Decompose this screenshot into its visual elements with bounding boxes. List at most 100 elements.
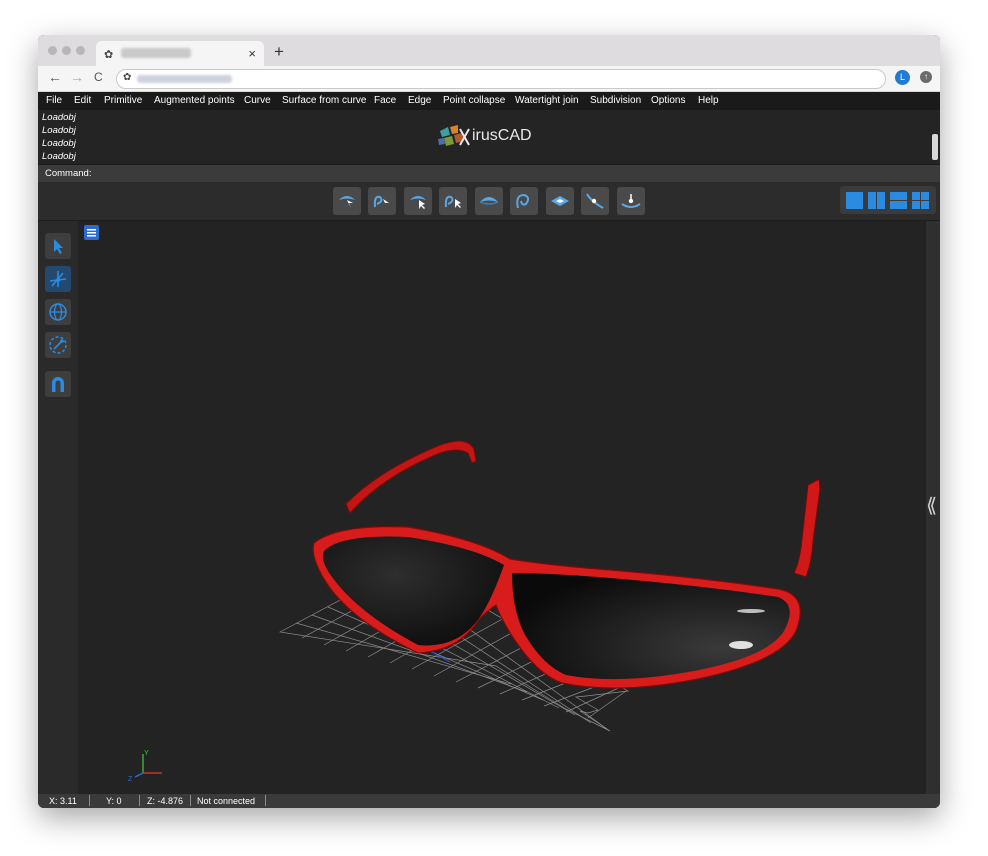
- transform-icon: [49, 271, 67, 287]
- curve-select-icon: [373, 195, 389, 208]
- orbit-tool-button[interactable]: [45, 332, 71, 358]
- point-curve-button[interactable]: [581, 187, 609, 215]
- globe-icon: [49, 303, 67, 321]
- menu-face[interactable]: Face: [374, 95, 396, 106]
- log-line: Loadobj: [42, 138, 76, 149]
- surface-select-icon: [339, 196, 355, 208]
- curve-loop-icon: [516, 193, 530, 209]
- reload-button[interactable]: C: [94, 70, 103, 84]
- surface-button[interactable]: [475, 187, 503, 215]
- frame-highlight: [737, 609, 765, 613]
- surface-pick-button[interactable]: [404, 187, 432, 215]
- status-bar: X: 3.11 Y: 0 Z: -4.876 Not connected: [38, 794, 940, 808]
- axis-z-label: Z: [128, 776, 133, 783]
- log-panel: Loadobj Loadobj Loadobj Loadobj irusCAD: [38, 110, 940, 164]
- command-bar[interactable]: Command:: [38, 164, 940, 183]
- status-separator: [265, 795, 266, 806]
- logo-mark-icon: [438, 125, 470, 146]
- plane-button[interactable]: [546, 187, 574, 215]
- menu-file[interactable]: File: [46, 95, 62, 106]
- menu-bar: File Edit Primitive Augmented points Cur…: [38, 92, 940, 110]
- point-curve-icon: [586, 193, 604, 209]
- far-temple-arm: [345, 440, 477, 514]
- tab-bar: ✿ × +: [38, 35, 940, 66]
- magnet-tool-button[interactable]: [45, 371, 71, 397]
- log-scrollbar[interactable]: [932, 134, 938, 160]
- two-vertical-view-icon[interactable]: [868, 192, 885, 209]
- app-logo: irusCAD: [436, 123, 532, 149]
- site-favicon-icon: ✿: [123, 72, 132, 83]
- browser-tab[interactable]: ✿ ×: [96, 41, 264, 66]
- log-line: Loadobj: [42, 151, 76, 162]
- grid-axis-line: [429, 650, 451, 663]
- surface-select-button[interactable]: [333, 187, 361, 215]
- menu-augmented-points[interactable]: Augmented points: [154, 95, 235, 106]
- 3d-viewport[interactable]: Y Z: [78, 221, 926, 794]
- surface-icon: [479, 197, 499, 205]
- lens-highlight: [729, 641, 753, 649]
- status-separator: [190, 795, 191, 806]
- single-view-icon[interactable]: [846, 192, 863, 209]
- magnet-icon: [52, 377, 64, 392]
- transform-tool-button[interactable]: [45, 266, 71, 292]
- tab-close-icon[interactable]: ×: [248, 46, 256, 61]
- plane-icon: [551, 196, 569, 206]
- command-label: Command:: [45, 168, 92, 179]
- menu-edge[interactable]: Edge: [408, 95, 431, 106]
- browser-window: ✿ × + ← → C ✿ L ↑ File Edit Primitive Au…: [38, 35, 940, 808]
- tab-favicon-icon: ✿: [104, 49, 114, 61]
- status-x: X: 3.11: [49, 796, 77, 806]
- menu-edit[interactable]: Edit: [74, 95, 91, 106]
- extension-icon[interactable]: ↑: [920, 71, 932, 83]
- address-bar[interactable]: ✿: [116, 69, 886, 89]
- pointer-tool-button[interactable]: [45, 233, 71, 259]
- axis-y-label: Y: [144, 750, 149, 757]
- status-y: Y: 0: [106, 796, 122, 806]
- profile-avatar[interactable]: L: [895, 70, 910, 85]
- menu-curve[interactable]: Curve: [244, 95, 271, 106]
- log-line: Loadobj: [42, 112, 76, 123]
- curve-select-button[interactable]: [368, 187, 396, 215]
- viewport-layout-selector: [840, 186, 936, 214]
- two-horizontal-view-icon[interactable]: [890, 192, 907, 209]
- navigation-bar: ← → C ✿ L ↑: [38, 66, 940, 92]
- orbit-icon: [49, 336, 67, 354]
- near-temple-arm: [793, 478, 821, 578]
- status-connection: Not connected: [197, 796, 256, 806]
- surface-point-button[interactable]: [617, 187, 645, 215]
- left-lens: [323, 536, 504, 646]
- forward-button[interactable]: →: [70, 69, 84, 85]
- logo-text: irusCAD: [472, 127, 532, 144]
- menu-watertight-join[interactable]: Watertight join: [515, 95, 579, 106]
- window-minimize-dot[interactable]: [62, 46, 71, 55]
- surface-pick-icon: [410, 196, 426, 209]
- new-tab-button[interactable]: +: [274, 42, 284, 62]
- menu-help[interactable]: Help: [698, 95, 719, 106]
- scene-canvas: Y Z: [128, 440, 821, 783]
- surface-point-icon: [621, 194, 641, 208]
- left-toolbar: [38, 221, 78, 794]
- status-z: Z: -4.876: [147, 796, 184, 806]
- curve-pick-icon: [444, 195, 461, 208]
- url-text-blurred: [137, 75, 232, 83]
- menu-surface-from-curve[interactable]: Surface from curve: [282, 95, 366, 106]
- right-panel-strip: ⟪: [926, 221, 940, 794]
- globe-tool-button[interactable]: [45, 299, 71, 325]
- axis-gizmo: Y Z: [128, 750, 162, 783]
- pointer-icon: [54, 239, 63, 254]
- status-separator: [89, 795, 90, 806]
- window-maximize-dot[interactable]: [76, 46, 85, 55]
- curve-pick-button[interactable]: [439, 187, 467, 215]
- tab-title-blurred: [121, 48, 191, 58]
- menu-options[interactable]: Options: [651, 95, 685, 106]
- window-close-dot[interactable]: [48, 46, 57, 55]
- back-button[interactable]: ←: [48, 69, 62, 85]
- menu-point-collapse[interactable]: Point collapse: [443, 95, 505, 106]
- expand-panel-icon[interactable]: ⟪: [926, 493, 937, 518]
- curve-loop-button[interactable]: [510, 187, 538, 215]
- menu-subdivision[interactable]: Subdivision: [590, 95, 641, 106]
- four-view-icon[interactable]: [912, 192, 929, 209]
- log-line: Loadobj: [42, 125, 76, 136]
- status-separator: [139, 795, 140, 806]
- menu-primitive[interactable]: Primitive: [104, 95, 142, 106]
